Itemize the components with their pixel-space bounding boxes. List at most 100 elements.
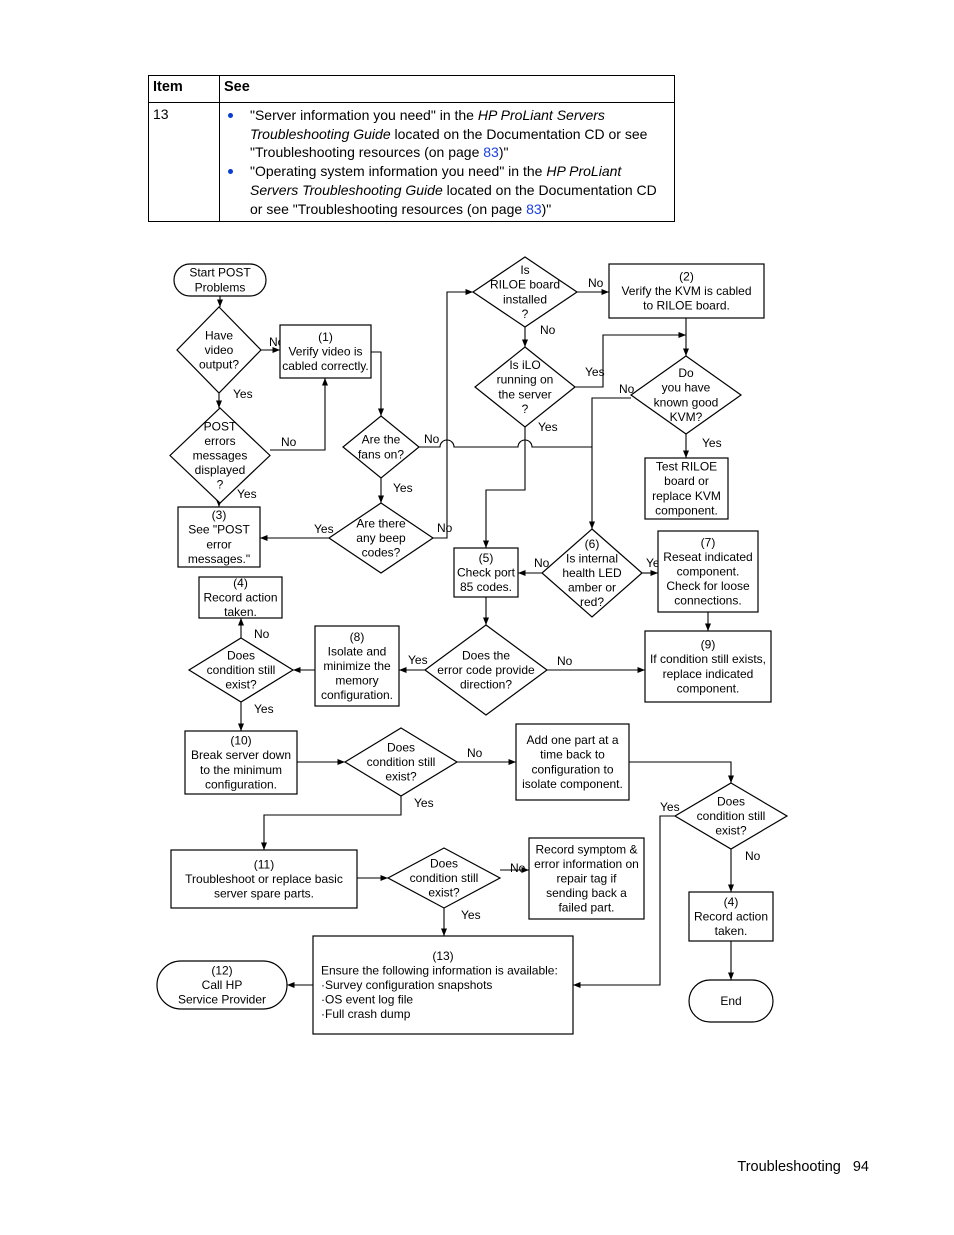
node-text-line: End [720, 994, 741, 1008]
node-text-line: ? [522, 402, 529, 416]
node-text-line: time back to [540, 748, 605, 762]
node-text-line: configuration. [321, 688, 393, 702]
node-text-line: known good [654, 395, 719, 409]
flow-connector: Yes [260, 796, 434, 850]
flow-connector: Yes [399, 653, 428, 674]
node-text-line: connections. [674, 594, 741, 608]
flow-node-d-cond1: Doescondition stillexist? [187, 637, 295, 703]
edge-label: No [588, 276, 604, 290]
node-text-line: Test RILOE [656, 460, 717, 474]
node-text-line: ? [522, 307, 529, 321]
connector-arrow [482, 427, 526, 548]
flow-node-d-beep: Are thereany beepcodes? [327, 502, 435, 574]
node-text-line: displayed [195, 463, 246, 477]
node-text-line: error code provide [437, 663, 535, 677]
flow-connector: No [270, 378, 329, 451]
node-text-line: ·Full crash dump [321, 1007, 411, 1021]
node-text-line: Problems [195, 280, 246, 294]
edge-label: No [424, 432, 440, 446]
flow-connector: No [521, 323, 556, 347]
node-text-line: Verify video is [288, 345, 362, 359]
node-text-line: 85 codes. [460, 580, 512, 594]
flow-node-b-rec: Record symptom &error information onrepa… [528, 837, 645, 920]
edge-label: No [540, 323, 556, 337]
flow-node-b-test: Test RILOEboard orreplace KVMcomponent. [644, 457, 729, 520]
node-text-line: minimize the [323, 659, 391, 673]
node-text-line: Does [387, 740, 415, 754]
edge-label: No [745, 849, 761, 863]
node-text-line: Break server down [191, 748, 291, 762]
edge-label: No [510, 861, 526, 875]
node-text-line: Reseat indicated [663, 550, 752, 564]
node-text-line: error information on [534, 857, 639, 871]
flow-node-d-fans: Are thefans on? [342, 415, 420, 479]
node-text-line: RILOE board [490, 278, 560, 292]
node-text-line: (5) [479, 551, 494, 565]
node-text-line: to RILOE board. [643, 299, 730, 313]
post-problems-flowchart: No Yes No Yes No Yes No Yes No Yes No No Yes Yes No Yes… [156, 256, 789, 1035]
node-text-line: Is iLO [509, 358, 540, 372]
flow-connector: No [457, 746, 516, 766]
flow-connector: Yes [237, 702, 274, 731]
node-text-line: messages." [188, 552, 250, 566]
node-text-line: taken. [224, 605, 257, 619]
node-text-line: Does [717, 794, 745, 808]
node-text-line: configuration. [205, 777, 277, 791]
flow-node-start: Start POSTProblems [173, 263, 267, 297]
connector-line [419, 439, 592, 448]
node-text-line: sending back a [546, 886, 627, 900]
node-text-line: Record action [694, 910, 768, 924]
node-text-line: exist? [385, 770, 417, 784]
edge-label: Yes [254, 702, 274, 716]
edge-label: Yes [538, 420, 558, 434]
flow-node-end: End [688, 979, 774, 1023]
node-text-line: Start POST [189, 266, 251, 280]
flow-connector: Yes [215, 387, 253, 408]
node-text-line: component. [655, 503, 718, 517]
flow-node-b13: (13)Ensure the following information is … [312, 935, 574, 1035]
node-text-line: replace KVM [652, 489, 721, 503]
node-text-line: Verify the KVM is cabled [621, 284, 751, 298]
flow-connector: Yes [377, 478, 413, 503]
flow-node-d-cond2: Doescondition stillexist? [343, 727, 459, 797]
flow-connector: No [727, 849, 761, 892]
flow-node-b3: (3)See "POSTerrormessages." [177, 506, 261, 568]
node-text-line: you have [662, 381, 711, 395]
node-text-line: Have [205, 328, 233, 342]
flow-connector [629, 761, 735, 783]
node-text-line: output? [199, 358, 239, 372]
node-text-line: running on [497, 373, 554, 387]
node-text-line: (8) [350, 630, 365, 644]
node-text-line: Add one part at a [526, 733, 618, 747]
node-text-line: codes? [362, 546, 401, 560]
flow-connector: No [547, 654, 645, 674]
node-text-line: If condition still exists, [650, 652, 766, 666]
flow-node-b10: (10)Break server downto the minimumconfi… [184, 730, 298, 795]
node-text-line: repair tag if [556, 872, 617, 886]
node-text-line: (9) [701, 638, 716, 652]
node-text-line: Are there [356, 516, 406, 530]
node-text-line: taken. [715, 924, 748, 938]
node-text-line: POST [204, 419, 237, 433]
node-text-line: (4) [233, 576, 248, 590]
connector-arrow [433, 288, 473, 539]
node-text-line: Does the [462, 648, 510, 662]
edge-label: Yes [233, 387, 253, 401]
connector-arrow [270, 378, 329, 451]
node-text-line: video [205, 343, 234, 357]
connector-arrow [371, 351, 385, 416]
node-text-line: fans on? [358, 447, 404, 461]
footer-section: Troubleshooting [737, 1159, 841, 1175]
node-text-line: Troubleshoot or replace basic [185, 872, 343, 886]
node-text-line: Record symptom & [535, 842, 637, 856]
node-text-line: (12) [211, 963, 232, 977]
node-text-line: component. [677, 565, 740, 579]
node-text-line: Are the [362, 433, 401, 447]
node-text-line: See "POST [188, 523, 250, 537]
node-text-line: Isolate and [328, 644, 387, 658]
flow-node-b11: (11)Troubleshoot or replace basicserver … [170, 849, 358, 909]
connector-arrow [629, 761, 735, 783]
node-text-line: (6) [585, 537, 600, 551]
connector-arrow [260, 796, 402, 850]
node-text-line: (13) [432, 949, 453, 963]
